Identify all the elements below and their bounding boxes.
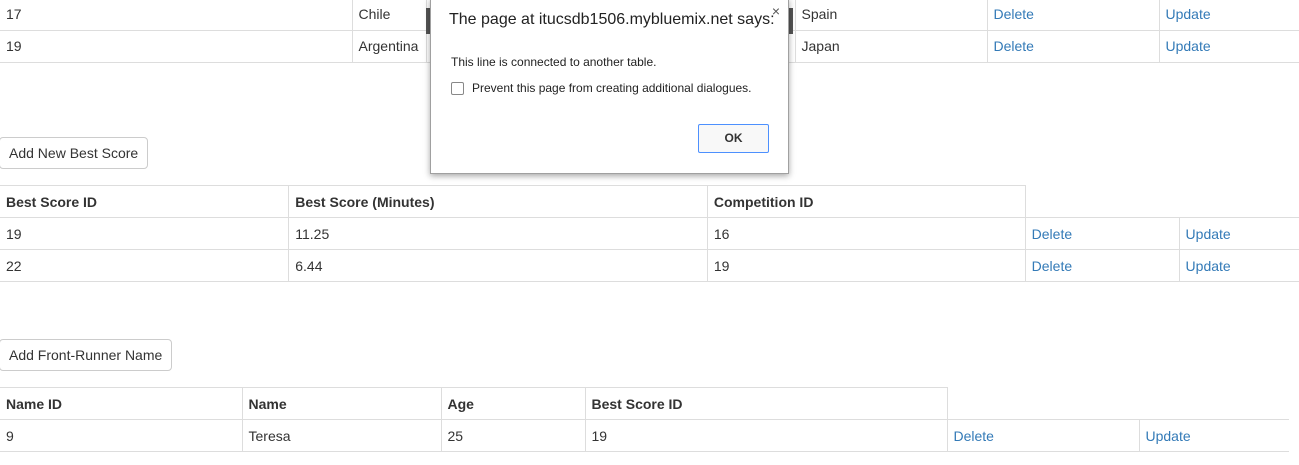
prevent-dialogs-label[interactable]: Prevent this page from creating addition… bbox=[472, 81, 752, 95]
table-cell-country: Argentina bbox=[351, 29, 427, 63]
best-score-table: Best Score ID Best Score (Minutes) Compe… bbox=[0, 185, 1299, 282]
close-icon[interactable]: × bbox=[772, 3, 780, 19]
table-header-row: Best Score ID Best Score (Minutes) Compe… bbox=[0, 185, 1299, 218]
table-cell-age: 25 bbox=[440, 419, 586, 452]
table-cell-competition: 16 bbox=[706, 217, 1026, 250]
table-cell-update: Update bbox=[1178, 249, 1299, 282]
table-row: 9 Teresa 25 19 Delete Update bbox=[0, 419, 1289, 452]
column-header: Name bbox=[241, 387, 442, 420]
column-header: Best Score ID bbox=[584, 387, 948, 420]
table-cell-country: Japan bbox=[794, 29, 988, 63]
delete-link[interactable]: Delete bbox=[954, 428, 994, 444]
table-cell-id: 9 bbox=[0, 419, 243, 452]
table-cell-country: Chile bbox=[351, 0, 427, 31]
delete-link[interactable]: Delete bbox=[1032, 258, 1072, 274]
table-row: 19 11.25 16 Delete Update bbox=[0, 217, 1299, 250]
table-cell-name: Teresa bbox=[241, 419, 442, 452]
table-cell-id: 17 bbox=[0, 0, 353, 31]
table-cell-country: Spain bbox=[794, 0, 988, 31]
table-cell-delete: Delete bbox=[986, 0, 1160, 31]
ok-button[interactable]: OK bbox=[698, 124, 769, 153]
table-cell-delete: Delete bbox=[1024, 217, 1180, 250]
table-cell-score: 6.44 bbox=[288, 249, 708, 282]
table-cell-id: 19 bbox=[0, 217, 290, 250]
update-link[interactable]: Update bbox=[1186, 226, 1231, 242]
dialog-title: The page at itucsdb1506.mybluemix.net sa… bbox=[449, 11, 775, 28]
column-header: Age bbox=[440, 387, 586, 420]
dialog-message: This line is connected to another table. bbox=[451, 55, 657, 69]
update-link[interactable]: Update bbox=[1146, 428, 1191, 444]
table-header-row: Name ID Name Age Best Score ID bbox=[0, 387, 1289, 420]
column-header: Best Score ID bbox=[0, 185, 290, 218]
table-cell-update: Update bbox=[1158, 29, 1299, 63]
table-cell-update: Update bbox=[1178, 217, 1299, 250]
table-cell-delete: Delete bbox=[986, 29, 1160, 63]
backdrop-edge bbox=[789, 8, 793, 34]
table-cell-update: Update bbox=[1158, 0, 1299, 31]
column-header: Best Score (Minutes) bbox=[288, 185, 708, 218]
table-cell-id: 19 bbox=[0, 29, 353, 63]
table-cell-id: 22 bbox=[0, 249, 290, 282]
table-cell-competition: 19 bbox=[706, 249, 1026, 282]
table-cell-score: 11.25 bbox=[288, 217, 708, 250]
table-cell-delete: Delete bbox=[946, 419, 1140, 452]
table-cell-best-score-id: 19 bbox=[584, 419, 948, 452]
update-link[interactable]: Update bbox=[1166, 6, 1211, 22]
delete-link[interactable]: Delete bbox=[994, 6, 1034, 22]
alert-dialog: The page at itucsdb1506.mybluemix.net sa… bbox=[430, 0, 789, 174]
front-runner-table: Name ID Name Age Best Score ID 9 Teresa … bbox=[0, 387, 1289, 452]
delete-link[interactable]: Delete bbox=[1032, 226, 1072, 242]
delete-link[interactable]: Delete bbox=[994, 38, 1034, 54]
update-link[interactable]: Update bbox=[1186, 258, 1231, 274]
add-best-score-button[interactable]: Add New Best Score bbox=[0, 137, 149, 169]
table-row: 22 6.44 19 Delete Update bbox=[0, 249, 1299, 282]
column-header: Competition ID bbox=[706, 185, 1026, 218]
table-cell-delete: Delete bbox=[1024, 249, 1180, 282]
column-header: Name ID bbox=[0, 387, 243, 420]
add-front-runner-button[interactable]: Add Front-Runner Name bbox=[0, 339, 173, 371]
table-cell-update: Update bbox=[1138, 419, 1289, 452]
prevent-dialogs-checkbox[interactable] bbox=[451, 82, 464, 95]
update-link[interactable]: Update bbox=[1166, 38, 1211, 54]
